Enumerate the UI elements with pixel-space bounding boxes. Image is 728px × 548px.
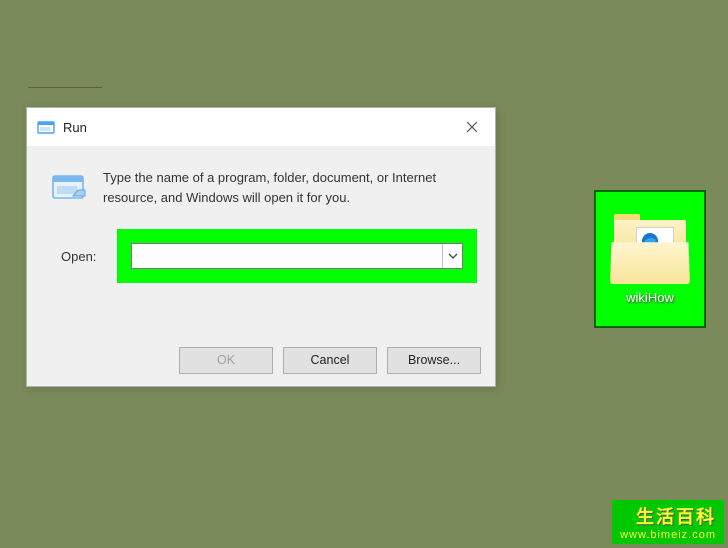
description-row: Type the name of a program, folder, docu… <box>27 146 495 219</box>
titlebar: Run <box>27 108 495 146</box>
partial-obscured-text: — — — — — — <box>28 82 228 94</box>
watermark-url: www.bimeiz.com <box>620 529 716 541</box>
run-titlebar-icon <box>37 118 55 136</box>
ok-button[interactable]: OK <box>179 347 273 374</box>
cancel-button[interactable]: Cancel <box>283 347 377 374</box>
folder-label: wikiHow <box>626 290 674 305</box>
open-label: Open: <box>61 249 113 264</box>
run-dialog: Run Type the name of a program, folder, … <box>26 107 496 387</box>
combobox-dropdown-button[interactable] <box>442 244 462 268</box>
input-highlight <box>117 229 477 283</box>
description-text: Type the name of a program, folder, docu… <box>103 168 471 207</box>
open-row: Open: <box>27 219 495 293</box>
button-row: OK Cancel Browse... <box>27 334 495 386</box>
desktop-folder-wikihow[interactable]: pdf wikiHow <box>594 190 706 328</box>
folder-body: pdf wikiHow <box>604 200 696 318</box>
watermark: 生活百科 www.bimeiz.com <box>612 500 724 544</box>
open-combobox[interactable] <box>131 243 463 269</box>
open-input[interactable] <box>132 244 442 268</box>
title-text: Run <box>63 120 87 135</box>
folder-icon: pdf <box>610 214 690 284</box>
close-button[interactable] <box>449 108 495 146</box>
browse-button[interactable]: Browse... <box>387 347 481 374</box>
watermark-title: 生活百科 <box>620 503 716 529</box>
run-program-icon <box>51 168 89 206</box>
